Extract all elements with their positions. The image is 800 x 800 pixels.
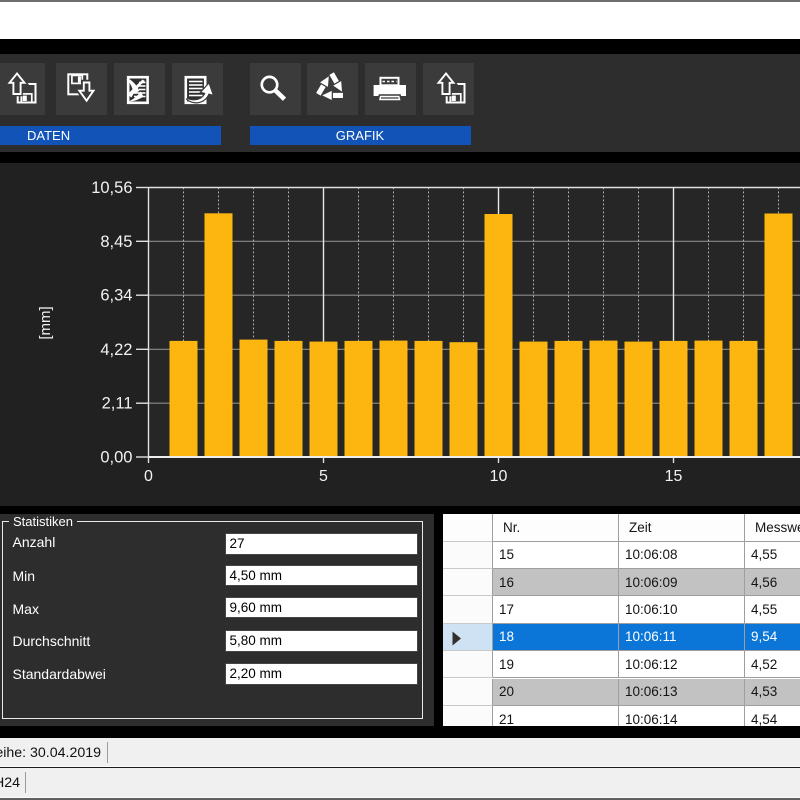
svg-text:[mm]: [mm] — [37, 306, 54, 339]
svg-text:6,34: 6,34 — [100, 286, 132, 304]
svg-text:2,11: 2,11 — [102, 394, 133, 412]
svg-text:15: 15 — [665, 468, 683, 485]
svg-text:10,56: 10,56 — [91, 179, 132, 197]
svg-text:8,45: 8,45 — [100, 232, 132, 250]
svg-text:10: 10 — [490, 468, 508, 485]
svg-text:0,00: 0,00 — [100, 448, 132, 466]
svg-text:0: 0 — [144, 468, 153, 485]
svg-text:5: 5 — [319, 468, 328, 485]
svg-text:4,22: 4,22 — [100, 340, 132, 358]
